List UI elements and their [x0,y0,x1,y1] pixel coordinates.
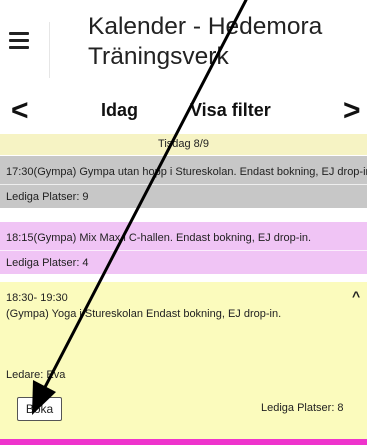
collapse-icon[interactable]: ^ [352,288,360,304]
event-title: 17:30(Gympa) Gympa utan hopp i Stureskol… [6,166,367,178]
spacer [0,208,367,222]
day-header: Tisdag 8/9 [0,134,367,155]
event-item[interactable]: 17:30(Gympa) Gympa utan hopp i Stureskol… [0,156,367,208]
today-button[interactable]: Idag [101,100,138,121]
show-filter-button[interactable]: Visa filter [190,100,271,121]
event-leader: Ledare: Eva [6,369,66,381]
book-button[interactable]: Boka [17,397,62,421]
prev-day-button[interactable]: < [11,92,29,130]
event-seats: Lediga Platser: 9 [6,191,89,203]
header-divider [49,22,50,78]
event-seats: Lediga Platser: 8 [261,402,344,414]
divider [0,184,367,185]
next-day-button[interactable]: > [343,92,361,130]
next-event-strip [0,439,367,445]
event-item[interactable]: 18:15(Gympa) Mix Max i C-hallen. Endast … [0,222,367,274]
event-description: (Gympa) Yoga i Stureskolan Endast boknin… [6,308,282,320]
app-header: Kalender - Hedemora Träningsverk [0,0,367,84]
event-seats: Lediga Platser: 4 [6,257,89,269]
event-time: 18:30- 19:30 [6,292,68,304]
event-title: 18:15(Gympa) Mix Max i C-hallen. Endast … [6,232,312,244]
event-item-expanded: 18:30- 19:30 ^ (Gympa) Yoga i Stureskola… [0,282,367,439]
divider [0,250,367,251]
page-title: Kalender - Hedemora Träningsverk [88,13,323,70]
menu-icon[interactable] [9,32,29,50]
calendar-nav: < Idag Visa filter > [0,92,367,132]
